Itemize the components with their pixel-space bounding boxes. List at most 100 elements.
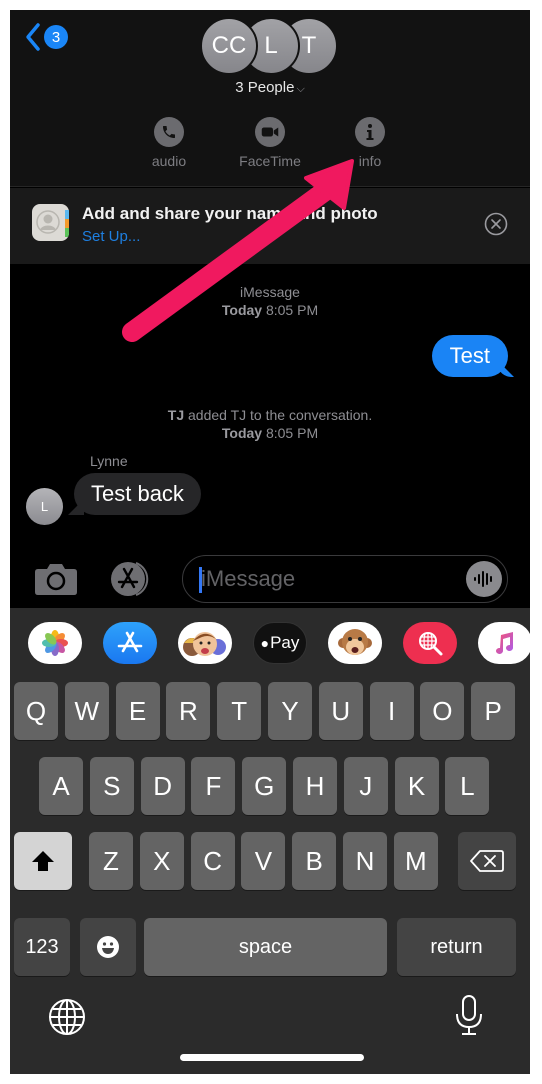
key-p[interactable]: P xyxy=(471,682,516,740)
globe-search-icon xyxy=(419,632,443,656)
shift-key[interactable] xyxy=(14,832,72,890)
key-r[interactable]: R xyxy=(166,682,211,740)
delete-key[interactable] xyxy=(458,832,516,890)
key-t[interactable]: T xyxy=(217,682,262,740)
phone-icon xyxy=(154,117,184,147)
apple-pay-button[interactable]: ● Pay xyxy=(253,622,307,664)
music-note-icon xyxy=(496,632,513,654)
info-icon xyxy=(355,117,385,147)
group-name: 3 People xyxy=(235,79,295,96)
info-button[interactable]: info xyxy=(325,117,415,169)
timestamp-day: Today xyxy=(221,425,263,441)
timestamp-day: Today xyxy=(221,302,263,318)
group-event-notice: TJ added TJ to the conversation. Today 8… xyxy=(10,406,530,442)
app-store-app-button[interactable] xyxy=(103,622,157,664)
audio-message-button[interactable] xyxy=(466,561,502,597)
key-j[interactable]: J xyxy=(343,757,388,815)
key-l[interactable]: L xyxy=(445,757,490,815)
timestamp-time: 8:05 PM xyxy=(265,302,319,318)
key-z[interactable]: Z xyxy=(89,832,133,890)
setup-link[interactable]: Set Up... xyxy=(82,228,140,245)
music-app-button[interactable] xyxy=(478,622,530,664)
share-name-photo-banner: Add and share your name and photo Set Up… xyxy=(10,188,530,264)
audio-label: audio xyxy=(151,153,187,169)
conversation-header: 3 CC L T 3 People ⌵ audio FaceTime info xyxy=(10,10,530,187)
key-b[interactable]: B xyxy=(292,832,337,890)
key-x[interactable]: X xyxy=(139,832,184,890)
facetime-label: FaceTime xyxy=(239,153,301,169)
key-s[interactable]: S xyxy=(89,757,134,815)
key-q[interactable]: Q xyxy=(14,682,58,740)
camera-button[interactable] xyxy=(34,562,78,596)
app-store-icon xyxy=(117,631,143,653)
apple-logo-icon: ● xyxy=(260,635,270,651)
header-actions: audio FaceTime info xyxy=(10,117,530,173)
key-e[interactable]: E xyxy=(115,682,160,740)
key-v[interactable]: V xyxy=(241,832,286,890)
dismiss-banner-button[interactable] xyxy=(484,212,508,236)
globe-key[interactable] xyxy=(48,998,86,1036)
key-i[interactable]: I xyxy=(369,682,414,740)
key-o[interactable]: O xyxy=(420,682,465,740)
keyboard: ● Pay 123 space return QWERTYUIOP ASDF G … xyxy=(10,608,530,1074)
globe-icon xyxy=(49,999,85,1035)
photos-app-button[interactable] xyxy=(28,622,82,664)
camera-icon xyxy=(35,564,77,595)
key-m[interactable]: M xyxy=(393,832,438,890)
event-actor: TJ xyxy=(167,407,185,423)
video-icon xyxy=(255,117,285,147)
dictation-key[interactable] xyxy=(454,994,484,1036)
contacts-icon xyxy=(32,204,69,241)
key-h[interactable]: H xyxy=(293,757,337,815)
memoji-icon xyxy=(183,632,226,656)
group-name-button[interactable]: 3 People ⌵ xyxy=(10,79,530,96)
waveform-icon xyxy=(474,571,492,587)
group-avatars[interactable]: CC L T xyxy=(200,17,340,77)
audio-call-button[interactable]: audio xyxy=(124,117,214,169)
back-button[interactable]: 3 xyxy=(24,22,68,52)
backspace-icon xyxy=(470,850,504,872)
emoji-icon xyxy=(97,936,119,958)
message-placeholder: iMessage xyxy=(201,566,296,591)
animoji-button[interactable] xyxy=(328,622,382,664)
key-n[interactable]: N xyxy=(343,832,387,890)
key-y[interactable]: Y xyxy=(268,682,312,740)
avatar: CC xyxy=(200,17,258,75)
unread-count-badge: 3 xyxy=(44,25,68,49)
chevron-left-icon xyxy=(26,23,40,51)
sender-avatar[interactable]: L xyxy=(26,488,63,525)
key-w[interactable]: W xyxy=(64,682,109,740)
memoji-stickers-button[interactable] xyxy=(178,622,232,664)
key-d[interactable]: D xyxy=(140,757,185,815)
facetime-button[interactable]: FaceTime xyxy=(225,117,315,169)
apple-pay-label: Pay xyxy=(270,633,300,652)
microphone-icon xyxy=(456,995,482,1035)
info-label: info xyxy=(358,153,382,169)
service-timestamp: iMessage Today 8:05 PM xyxy=(10,283,530,319)
app-store-icon xyxy=(111,562,149,596)
banner-title: Add and share your name and photo xyxy=(82,204,378,223)
app-store-button[interactable] xyxy=(106,560,154,598)
monkey-icon xyxy=(338,629,372,655)
key-k[interactable]: K xyxy=(394,757,439,815)
shift-arrow-icon xyxy=(32,851,54,871)
key-u[interactable]: U xyxy=(318,682,363,740)
return-key[interactable]: return xyxy=(397,918,516,976)
outgoing-message-bubble[interactable]: Test xyxy=(431,335,508,377)
numbers-key[interactable]: 123 xyxy=(14,918,70,976)
space-key[interactable]: space xyxy=(144,918,387,976)
close-circle-icon xyxy=(484,212,508,236)
sender-name: Lynne xyxy=(90,453,128,469)
service-label: iMessage xyxy=(240,284,300,300)
chevron-down-icon: ⌵ xyxy=(296,83,305,95)
key-f[interactable]: F xyxy=(191,757,236,815)
event-text: added TJ to the conversation. xyxy=(188,407,373,423)
incoming-message-bubble[interactable]: Test back xyxy=(74,473,201,515)
messages-screen: 3 CC L T 3 People ⌵ audio FaceTime info … xyxy=(10,10,530,1074)
image-search-button[interactable] xyxy=(403,622,457,664)
key-g[interactable]: G xyxy=(242,757,287,815)
message-input[interactable]: iMessage xyxy=(182,555,508,603)
emoji-key[interactable] xyxy=(80,918,136,976)
key-c[interactable]: C xyxy=(190,832,235,890)
key-a[interactable]: A xyxy=(39,757,83,815)
